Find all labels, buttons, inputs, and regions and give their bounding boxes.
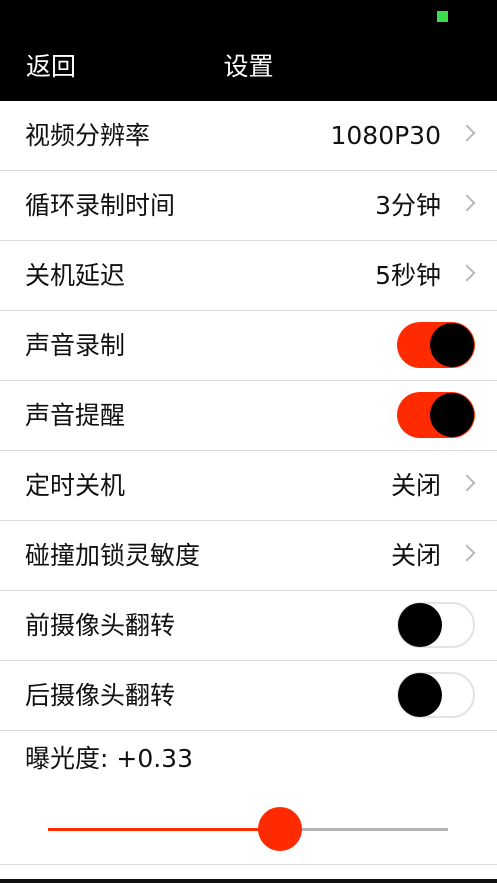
exposure-section: 曝光度: +0.33	[0, 729, 497, 864]
exposure-slider[interactable]	[48, 807, 448, 851]
setting-label: 循环录制时间	[25, 191, 176, 220]
front-camera-flip-toggle[interactable]	[397, 602, 475, 648]
settings-list: 视频分辨率 1080P30 循环录制时间 3分钟 关机延迟 5秒钟 声音录制 声…	[0, 101, 497, 731]
rear-camera-flip-toggle[interactable]	[397, 672, 475, 718]
setting-row-video-resolution[interactable]: 视频分辨率 1080P30	[0, 101, 497, 171]
audio-prompt-toggle[interactable]	[397, 392, 475, 438]
divider	[0, 864, 497, 865]
audio-recording-toggle[interactable]	[397, 322, 475, 368]
setting-label: 视频分辨率	[25, 121, 151, 150]
setting-row-front-camera-flip: 前摄像头翻转	[0, 591, 497, 661]
setting-value: 关闭	[390, 471, 441, 500]
setting-label: 碰撞加锁灵敏度	[25, 541, 201, 570]
setting-row-audio-recording: 声音录制	[0, 311, 497, 381]
status-bar	[0, 0, 497, 32]
slider-fill	[48, 828, 280, 831]
toggle-knob	[398, 673, 442, 717]
setting-label: 前摄像头翻转	[25, 611, 176, 640]
setting-label: 后摄像头翻转	[25, 681, 176, 710]
setting-value: 关闭	[390, 541, 441, 570]
setting-value: 1080P30	[330, 121, 441, 150]
battery-indicator-icon	[437, 11, 448, 22]
toggle-knob	[430, 393, 474, 437]
toggle-knob	[398, 603, 442, 647]
setting-label: 声音提醒	[25, 401, 126, 430]
setting-value: 3分钟	[375, 191, 441, 220]
slider-thumb[interactable]	[258, 807, 302, 851]
setting-row-timed-shutdown[interactable]: 定时关机 关闭	[0, 451, 497, 521]
chevron-right-icon	[458, 544, 476, 562]
setting-row-shutdown-delay[interactable]: 关机延迟 5秒钟	[0, 241, 497, 311]
chevron-right-icon	[458, 474, 476, 492]
setting-row-audio-prompt: 声音提醒	[0, 381, 497, 451]
setting-row-rear-camera-flip: 后摄像头翻转	[0, 661, 497, 731]
setting-row-collision-lock-sensitivity[interactable]: 碰撞加锁灵敏度 关闭	[0, 521, 497, 591]
navigation-bar: 设置 返回	[0, 32, 497, 101]
back-button[interactable]: 返回	[26, 32, 76, 101]
setting-label: 声音录制	[25, 331, 126, 360]
chevron-right-icon	[458, 264, 476, 282]
chevron-right-icon	[458, 124, 476, 142]
setting-row-loop-recording-time[interactable]: 循环录制时间 3分钟	[0, 171, 497, 241]
setting-value: 5秒钟	[375, 261, 441, 290]
setting-label: 定时关机	[25, 471, 126, 500]
setting-label: 关机延迟	[25, 261, 126, 290]
bottom-edge	[0, 879, 497, 883]
exposure-label: 曝光度: +0.33	[25, 744, 193, 773]
toggle-knob	[430, 323, 474, 367]
chevron-right-icon	[458, 194, 476, 212]
